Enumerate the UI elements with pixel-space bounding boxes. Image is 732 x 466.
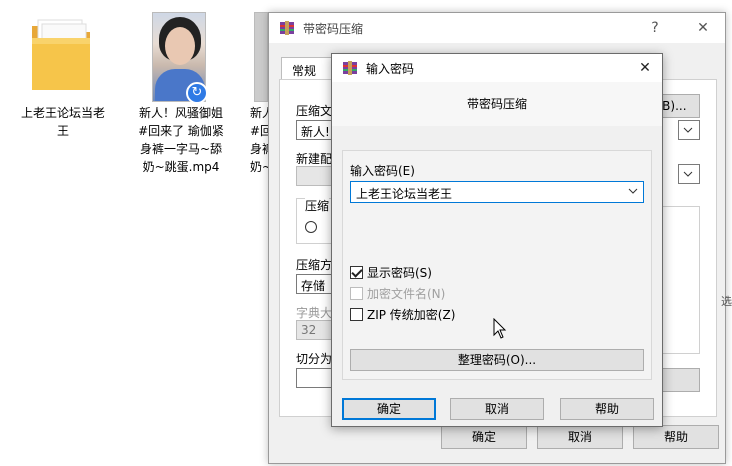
archive-name-dropdown[interactable] [678, 120, 700, 140]
back-help-button[interactable]: 帮助 [633, 425, 719, 449]
winrar-icon [343, 61, 357, 75]
winrar-icon [280, 21, 294, 35]
password-dialog-titlebar[interactable]: 输入密码 ✕ [332, 54, 662, 82]
format-radio[interactable] [305, 221, 317, 233]
folder-icon [32, 19, 90, 90]
checkbox-icon [350, 287, 363, 300]
profile-dropdown[interactable] [678, 164, 700, 184]
checkbox-icon [350, 308, 363, 321]
password-value: 上老王论坛当老王 [356, 187, 453, 201]
compress-window-title: 带密码压缩 [303, 21, 364, 36]
dict-size-label: 字典大 [296, 306, 333, 320]
back-cancel-button[interactable]: 取消 [537, 425, 623, 449]
profile-select[interactable] [296, 166, 336, 186]
format-group: 压缩 [296, 197, 336, 244]
password-dialog: 输入密码 ✕ 带密码压缩 输入密码(E) 上老王论坛当老王 显示密码(S) 加密… [331, 53, 663, 427]
video2-label: 新人 #回 身裤 奶~ [250, 106, 270, 174]
password-dialog-title: 输入密码 [366, 61, 415, 76]
folder-label: 上老王论坛当老王 [20, 106, 105, 138]
organize-passwords-button[interactable]: 整理密码(O)... [350, 349, 644, 371]
close-icon[interactable]: ✕ [683, 13, 723, 43]
encrypt-filenames-checkbox[interactable]: 加密文件名(N) [350, 285, 445, 302]
method-select[interactable]: 存储 [296, 274, 336, 294]
help-icon[interactable]: ? [635, 13, 675, 43]
dict-size-select[interactable]: 32 [296, 320, 336, 340]
password-combobox[interactable]: 上老王论坛当老王 [350, 181, 644, 203]
video2-thumbnail [254, 12, 268, 102]
show-password-checkbox[interactable]: 显示密码(S) [350, 264, 432, 281]
chevron-down-icon [683, 127, 693, 133]
split-input[interactable] [296, 368, 336, 388]
side-label: 选 [721, 295, 732, 308]
close-icon[interactable]: ✕ [628, 54, 662, 82]
options-group [660, 206, 700, 354]
back-ok-button[interactable]: 确定 [441, 425, 527, 449]
split-label: 切分为 [296, 352, 333, 366]
cancel-button[interactable]: 取消 [450, 398, 544, 420]
tab-general[interactable]: 常规 [281, 57, 337, 81]
help-button[interactable]: 帮助 [560, 398, 654, 420]
checkbox-checked-icon [350, 266, 363, 279]
video-app-badge-icon: ↻ [186, 82, 208, 104]
zip-legacy-checkbox[interactable]: ZIP 传统加密(Z) [350, 306, 455, 323]
archive-name-label: 压缩文 [296, 104, 333, 118]
chevron-down-icon[interactable] [628, 185, 638, 197]
dialog-header: 带密码压缩 [332, 82, 662, 126]
profile-label: 新建配 [296, 152, 333, 166]
format-label: 压缩 [305, 197, 330, 214]
password-label: 输入密码(E) [350, 164, 415, 178]
chevron-down-icon [683, 171, 693, 177]
mouse-cursor-icon [493, 318, 507, 339]
video-label: 新人！风骚御姐#回来了 瑜伽紧身裤一字马~舔奶~跳蛋.mp4 [138, 106, 224, 174]
method-label: 压缩方 [296, 258, 333, 272]
archive-name-input[interactable]: 新人! [296, 120, 336, 140]
ok-button[interactable]: 确定 [342, 398, 436, 420]
compress-window-titlebar[interactable]: 带密码压缩 ? ✕ [269, 13, 725, 43]
set-password-button[interactable] [660, 368, 700, 392]
